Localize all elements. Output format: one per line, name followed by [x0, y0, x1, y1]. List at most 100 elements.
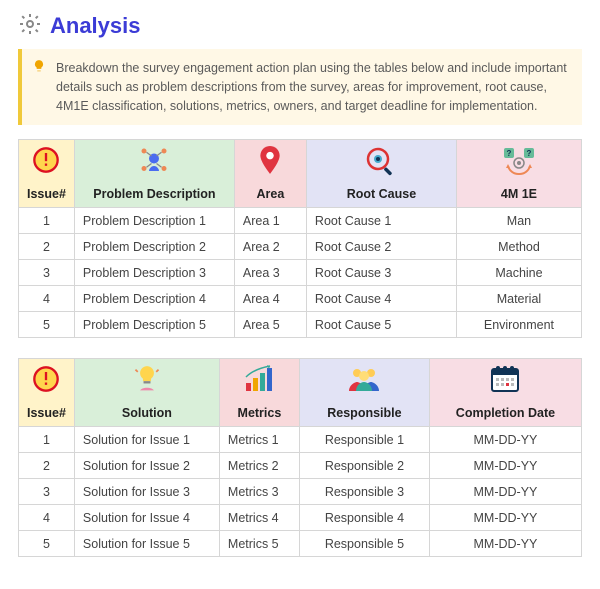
table-row: 3Solution for Issue 3Metrics 3Responsibl…: [19, 479, 582, 505]
cell-solution: Solution for Issue 1: [74, 427, 219, 453]
callout-box: Breakdown the survey engagement action p…: [18, 49, 582, 125]
cell-completion: MM-DD-YY: [429, 453, 581, 479]
th-label: Responsible: [308, 406, 421, 420]
svg-text:?: ?: [527, 149, 532, 158]
cell-problem: Problem Description 5: [74, 312, 234, 338]
cell-metrics: Metrics 2: [219, 453, 299, 479]
gear-icon: [18, 12, 42, 39]
cell-class: Man: [456, 208, 581, 234]
cell-class: Environment: [456, 312, 581, 338]
th-issue: Issue#: [19, 140, 75, 208]
th-completion: Completion Date: [429, 359, 581, 427]
cell-issue: 4: [19, 505, 75, 531]
cell-completion: MM-DD-YY: [429, 479, 581, 505]
cell-class: Machine: [456, 260, 581, 286]
th-issue: Issue#: [19, 359, 75, 427]
cell-root: Root Cause 1: [306, 208, 456, 234]
cell-issue: 1: [19, 208, 75, 234]
th-area: Area: [234, 140, 306, 208]
th-label: Completion Date: [438, 406, 573, 420]
th-label: 4M 1E: [465, 187, 573, 201]
cell-issue: 3: [19, 260, 75, 286]
cell-completion: MM-DD-YY: [429, 427, 581, 453]
cell-class: Method: [456, 234, 581, 260]
callout-text: Breakdown the survey engagement action p…: [56, 61, 567, 113]
cell-solution: Solution for Issue 3: [74, 479, 219, 505]
svg-text:?: ?: [507, 149, 512, 158]
cell-solution: Solution for Issue 2: [74, 453, 219, 479]
cell-area: Area 2: [234, 234, 306, 260]
th-problem: Problem Description: [74, 140, 234, 208]
analysis-table-problems: Issue# Problem Description Area Root Cau…: [18, 139, 582, 338]
cell-responsible: Responsible 2: [299, 453, 429, 479]
lightbulb-icon: [32, 59, 46, 79]
process-cycle-icon: ??: [457, 146, 581, 176]
magnifier-eye-icon: [307, 146, 456, 176]
cell-problem: Problem Description 3: [74, 260, 234, 286]
th-label: Metrics: [228, 406, 291, 420]
person-network-icon: [75, 146, 234, 176]
cell-area: Area 4: [234, 286, 306, 312]
location-pin-icon: [235, 146, 306, 176]
people-group-icon: [300, 365, 429, 393]
table2-body: 1Solution for Issue 1Metrics 1Responsibl…: [19, 427, 582, 557]
th-label: Issue#: [27, 406, 66, 420]
cell-problem: Problem Description 4: [74, 286, 234, 312]
cell-root: Root Cause 3: [306, 260, 456, 286]
cell-area: Area 1: [234, 208, 306, 234]
cell-solution: Solution for Issue 4: [74, 505, 219, 531]
th-4m1e: ?? 4M 1E: [456, 140, 581, 208]
cell-area: Area 3: [234, 260, 306, 286]
page-header: Analysis: [18, 12, 582, 39]
cell-problem: Problem Description 1: [74, 208, 234, 234]
table-row: 2Problem Description 2Area 2Root Cause 2…: [19, 234, 582, 260]
cell-issue: 1: [19, 427, 75, 453]
cell-metrics: Metrics 1: [219, 427, 299, 453]
cell-solution: Solution for Issue 5: [74, 531, 219, 557]
cell-class: Material: [456, 286, 581, 312]
table-row: 1Solution for Issue 1Metrics 1Responsibl…: [19, 427, 582, 453]
cell-issue: 3: [19, 479, 75, 505]
cell-metrics: Metrics 5: [219, 531, 299, 557]
cell-area: Area 5: [234, 312, 306, 338]
table-row: 5Problem Description 5Area 5Root Cause 5…: [19, 312, 582, 338]
cell-metrics: Metrics 3: [219, 479, 299, 505]
page-title: Analysis: [50, 13, 141, 39]
table-row: 1Problem Description 1Area 1Root Cause 1…: [19, 208, 582, 234]
cell-completion: MM-DD-YY: [429, 531, 581, 557]
th-solution: Solution: [74, 359, 219, 427]
cell-metrics: Metrics 4: [219, 505, 299, 531]
table-row: 5Solution for Issue 5Metrics 5Responsibl…: [19, 531, 582, 557]
cell-responsible: Responsible 3: [299, 479, 429, 505]
calendar-icon: [430, 365, 581, 393]
cell-issue: 2: [19, 453, 75, 479]
th-label: Solution: [83, 406, 211, 420]
bar-chart-icon: [220, 365, 299, 393]
th-label: Root Cause: [315, 187, 448, 201]
exclamation-icon: [19, 365, 74, 393]
cell-root: Root Cause 4: [306, 286, 456, 312]
cell-issue: 5: [19, 312, 75, 338]
table-row: 2Solution for Issue 2Metrics 2Responsibl…: [19, 453, 582, 479]
cell-issue: 2: [19, 234, 75, 260]
th-metrics: Metrics: [219, 359, 299, 427]
cell-responsible: Responsible 1: [299, 427, 429, 453]
table-row: 4Problem Description 4Area 4Root Cause 4…: [19, 286, 582, 312]
th-root-cause: Root Cause: [306, 140, 456, 208]
analysis-table-solutions: Issue# Solution Metrics Responsible: [18, 358, 582, 557]
cell-root: Root Cause 2: [306, 234, 456, 260]
th-label: Problem Description: [83, 187, 226, 201]
table-row: 3Problem Description 3Area 3Root Cause 3…: [19, 260, 582, 286]
th-label: Area: [243, 187, 298, 201]
cell-issue: 5: [19, 531, 75, 557]
cell-responsible: Responsible 5: [299, 531, 429, 557]
exclamation-icon: [19, 146, 74, 174]
cell-completion: MM-DD-YY: [429, 505, 581, 531]
cell-problem: Problem Description 2: [74, 234, 234, 260]
th-responsible: Responsible: [299, 359, 429, 427]
cell-root: Root Cause 5: [306, 312, 456, 338]
th-label: Issue#: [27, 187, 66, 201]
cell-issue: 4: [19, 286, 75, 312]
lightbulb-hand-icon: [75, 365, 219, 395]
cell-responsible: Responsible 4: [299, 505, 429, 531]
